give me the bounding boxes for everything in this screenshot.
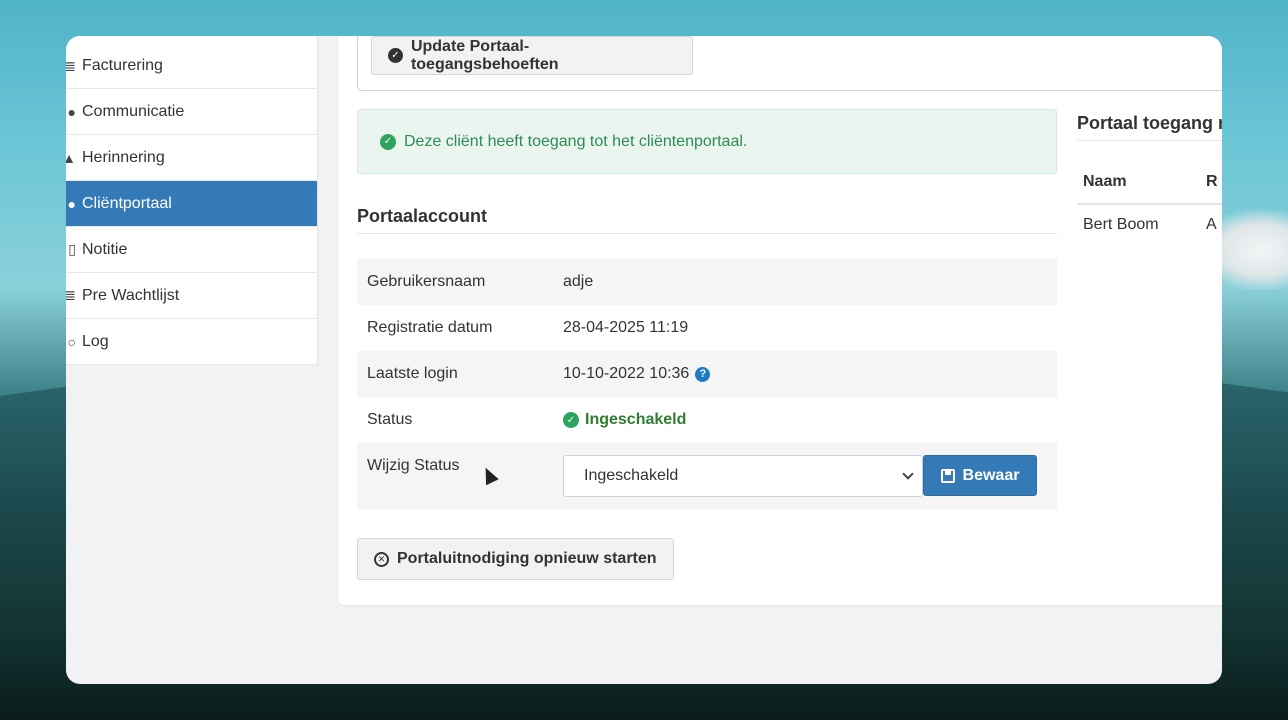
floppy-disk-icon [940, 468, 955, 483]
app-window: ≣ Facturering ● Communicatie ▲ Herinneri… [66, 36, 1222, 684]
column-header-role: R [1206, 172, 1218, 190]
chat-icon: ● [67, 103, 76, 120]
save-button-label: Bewaar [962, 466, 1020, 484]
status-badge: Ingeschakeld [585, 411, 687, 428]
main-panel: ✓ Update Portaal-toegangsbehoeften ✓ Dez… [338, 36, 1222, 605]
row-label: Registratie datum [367, 319, 493, 336]
sidebar-item-label: Pre Wachtlijst [82, 286, 180, 304]
row-label: Status [367, 411, 413, 428]
help-icon[interactable]: ? [695, 366, 711, 382]
history-icon: ○ [67, 333, 76, 350]
table-row: Registratie datum 28-04-2025 11:19 [357, 305, 1057, 351]
bell-icon: ▲ [66, 149, 76, 166]
sidebar-item-facturering[interactable]: ≣ Facturering [66, 36, 317, 89]
last-login-value: 10-10-2022 10:36 [563, 365, 690, 382]
access-needs-box: ✓ Update Portaal-toegangsbehoeften [357, 36, 1222, 91]
table-row: Gebruikersnaam adje [357, 259, 1057, 305]
sidebar-item-label: Herinnering [82, 148, 165, 166]
alert-text: Deze cliënt heeft toegang tot het cliënt… [404, 132, 748, 150]
check-circle-icon: ✓ [563, 412, 579, 428]
row-label: Wijzig Status [367, 457, 460, 474]
sidebar-item-pre-wachtlijst[interactable]: ≣ Pre Wachtlijst [66, 273, 317, 319]
table-cell: Bert Boom [1083, 216, 1159, 233]
section-title: Portaalaccount [357, 206, 1057, 234]
row-value: ✓ Ingeschakeld [563, 411, 686, 429]
registration-date-value: 28-04-2025 11:19 [563, 319, 689, 336]
table-row: Laatste login 10-10-2022 10:36 ? [357, 351, 1057, 397]
table-row: Bert Boom A [1077, 205, 1222, 245]
row-value: 28-04-2025 11:19 [563, 319, 688, 337]
sidebar-item-communicatie[interactable]: ● Communicatie [66, 89, 317, 135]
sidebar-item-label: Communicatie [82, 102, 185, 120]
list-icon: ≣ [66, 287, 76, 303]
sidebar-item-notitie[interactable]: ▯ Notitie [66, 227, 317, 273]
sidebar-item-label: Cliëntportaal [82, 194, 172, 212]
portal-access-table: Naam R Bert Boom A [1077, 160, 1222, 245]
table-header: Naam R [1077, 160, 1222, 205]
table-row: Status ✓ Ingeschakeld [357, 397, 1057, 443]
sidebar-item-label: Log [82, 332, 109, 350]
sidebar-item-log[interactable]: ○ Log [66, 319, 317, 365]
row-value: adje [563, 273, 593, 291]
close-circle-icon: ✕ [374, 551, 389, 567]
sidebar-item-label: Notitie [82, 240, 128, 258]
access-alert: ✓ Deze cliënt heeft toegang tot het clië… [357, 109, 1057, 174]
check-circle-icon: ✓ [380, 133, 396, 150]
update-access-needs-button[interactable]: ✓ Update Portaal-toegangsbehoeften [371, 36, 693, 75]
table-cell: A [1206, 216, 1217, 233]
username-value: adje [563, 273, 594, 290]
portal-account-table: Gebruikersnaam adje Registratie datum 28… [357, 259, 1057, 509]
update-access-needs-label: Update Portaal-toegangsbehoeften [410, 37, 559, 73]
save-button[interactable]: Bewaar [923, 455, 1037, 496]
sidebar: ≣ Facturering ● Communicatie ▲ Herinneri… [66, 36, 318, 365]
sidebar-item-clientportaal[interactable]: ● Cliëntportaal [66, 181, 317, 227]
sidebar-item-label: Facturering [82, 57, 163, 74]
table-row: Wijzig Status Ingeschakeld Bewaar [357, 443, 1057, 509]
list-icon: ≣ [66, 57, 76, 74]
help-circle-icon: ● [67, 195, 76, 212]
restart-invitation-button[interactable]: ✕ Portaluitnodiging opnieuw starten [357, 538, 674, 580]
file-icon: ▯ [68, 241, 76, 257]
check-circle-icon: ✓ [388, 48, 403, 63]
status-select-value: Ingeschakeld [584, 467, 679, 484]
column-header-name: Naam [1083, 172, 1127, 190]
chevron-down-icon [902, 468, 914, 480]
row-value: 10-10-2022 10:36 ? [563, 365, 711, 383]
row-label: Laatste login [367, 365, 458, 382]
status-select[interactable]: Ingeschakeld [563, 455, 923, 497]
restart-invitation-label: Portaluitnodiging opnieuw starten [397, 550, 657, 567]
portal-access-title: Portaal toegang r [1077, 113, 1222, 141]
row-label: Gebruikersnaam [367, 273, 486, 290]
sidebar-item-herinnering[interactable]: ▲ Herinnering [66, 135, 317, 181]
